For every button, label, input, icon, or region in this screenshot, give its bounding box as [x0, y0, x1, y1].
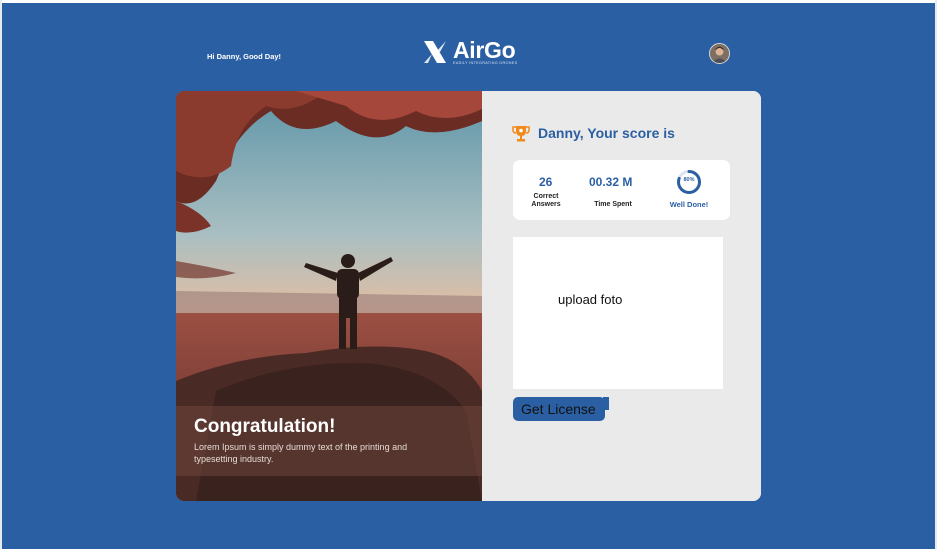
logo-title: AirGo	[453, 36, 516, 63]
score-heading: Danny, Your score is	[538, 125, 675, 141]
result-card: Congratulation! Lorem Ipsum is simply du…	[176, 91, 761, 501]
congratulation-text: Lorem Ipsum is simply dummy text of the …	[194, 442, 408, 464]
drone-x-icon	[424, 41, 446, 63]
progress-percent: 80%	[683, 177, 695, 183]
trophy-icon	[512, 126, 530, 142]
window-top-border	[0, 0, 937, 3]
score-panel: Danny, Your score is 26 Correct Answers …	[482, 91, 761, 501]
logo-subtitle: EASILY INTEGRATING DRONES	[453, 60, 518, 65]
correct-answers-value: 26	[539, 175, 553, 189]
button-tab-decoration	[603, 397, 609, 410]
window-left-border	[0, 0, 2, 549]
greeting-text: Hi Danny, Good Day!	[207, 52, 282, 61]
congratulation-title: Congratulation!	[194, 416, 336, 437]
time-spent-value: 00.32 M	[589, 175, 633, 189]
get-license-button[interactable]: Get License	[513, 397, 605, 421]
airgo-logo[interactable]: AirGo EASILY INTEGRATING DRONES	[421, 36, 517, 68]
time-spent-label: Time Spent	[594, 201, 632, 208]
upload-photo-label: upload foto	[558, 292, 623, 307]
user-avatar[interactable]	[709, 43, 730, 64]
score-stats-box: 26 Correct Answers 00.32 M Time Spent 80…	[513, 160, 730, 220]
user-avatar-icon	[710, 44, 729, 63]
upload-photo-area[interactable]: upload foto	[513, 237, 723, 389]
congratulation-banner: Congratulation! Lorem Ipsum is simply du…	[176, 406, 482, 476]
progress-label: Well Done!	[669, 200, 709, 209]
correct-answers-label: Correct Answers	[531, 193, 561, 208]
